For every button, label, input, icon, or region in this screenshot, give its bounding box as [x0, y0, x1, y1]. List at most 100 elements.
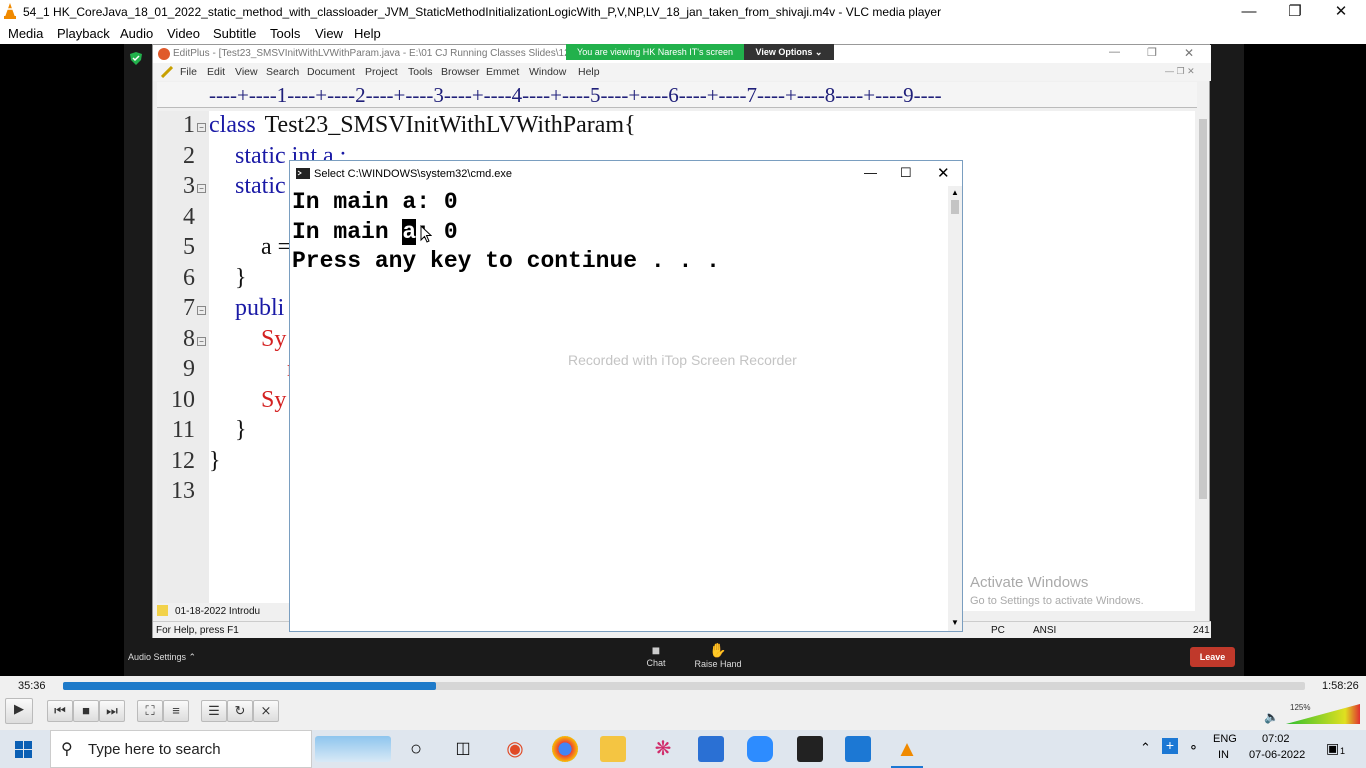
- ep-menu-emmet[interactable]: Emmet: [486, 66, 519, 78]
- document-tab[interactable]: 01-18-2022 Introdu: [175, 606, 260, 617]
- console-icon: [296, 168, 310, 179]
- ep-menu-help[interactable]: Help: [578, 66, 600, 78]
- raise-hand-icon: ✋: [709, 642, 727, 658]
- line-number: 10: [171, 387, 195, 413]
- minimize-button[interactable]: —: [1226, 0, 1272, 24]
- playlist-button[interactable]: ☰: [201, 700, 227, 722]
- shuffle-button[interactable]: ⨯: [253, 700, 279, 722]
- search-highlight-image: [315, 736, 391, 762]
- selected-text: a: [402, 219, 417, 245]
- raise-hand-button[interactable]: ✋ Raise Hand: [692, 642, 744, 669]
- audio-settings-button[interactable]: Audio Settings ⌃: [128, 652, 196, 663]
- editplus-logo-icon: [158, 48, 170, 60]
- editplus-maximize-button[interactable]: ❐: [1147, 46, 1157, 59]
- add-icon[interactable]: +: [1162, 738, 1178, 754]
- ep-menu-search[interactable]: Search: [266, 66, 299, 78]
- seek-bar[interactable]: [63, 682, 1305, 690]
- zoom-share-banner: You are viewing HK Naresh IT's screen Vi…: [566, 44, 834, 60]
- leave-button[interactable]: Leave: [1190, 647, 1235, 667]
- loop-button[interactable]: ↻: [227, 700, 253, 722]
- menu-video[interactable]: Video: [167, 26, 200, 41]
- maximize-button[interactable]: ❐: [1272, 0, 1318, 24]
- stop-button[interactable]: ■: [73, 700, 99, 722]
- notifications-icon[interactable]: ▣: [1326, 740, 1339, 757]
- view-options-button[interactable]: View Options ⌄: [744, 44, 834, 60]
- fullscreen-button[interactable]: ⛶: [137, 700, 163, 722]
- scroll-down-icon[interactable]: ▼: [951, 618, 959, 627]
- speaker-icon[interactable]: 🔈: [1264, 710, 1279, 724]
- menu-tools[interactable]: Tools: [270, 26, 300, 41]
- raise-hand-label: Raise Hand: [694, 659, 742, 669]
- fold-toggle[interactable]: −: [197, 184, 206, 193]
- fold-toggle[interactable]: −: [197, 306, 206, 315]
- cmd-maximize-button[interactable]: ☐: [900, 165, 912, 181]
- file-explorer-icon[interactable]: [600, 736, 626, 762]
- ep-menu-view[interactable]: View: [235, 66, 258, 78]
- scroll-thumb[interactable]: [951, 200, 959, 214]
- sticky-notes-icon[interactable]: [797, 736, 823, 762]
- show-hidden-icons-icon[interactable]: ⌃: [1140, 740, 1151, 756]
- menu-playback[interactable]: Playback: [57, 26, 110, 41]
- scroll-thumb[interactable]: [1199, 119, 1207, 499]
- scroll-up-icon[interactable]: ▲: [951, 188, 959, 197]
- windows-start-icon[interactable]: [15, 741, 32, 758]
- menu-view[interactable]: View: [315, 26, 343, 41]
- ep-menu-file[interactable]: File: [180, 66, 197, 78]
- previous-button[interactable]: ⏮: [47, 700, 73, 722]
- ep-menu-window[interactable]: Window: [529, 66, 566, 78]
- network-icon[interactable]: ⚬: [1188, 740, 1199, 756]
- cmd-vertical-scrollbar[interactable]: ▲ ▼: [948, 186, 962, 631]
- menu-subtitle[interactable]: Subtitle: [213, 26, 256, 41]
- task-view-icon[interactable]: ◫: [450, 736, 476, 762]
- clock-time[interactable]: 07:02: [1262, 733, 1290, 745]
- language-code[interactable]: ENG: [1213, 733, 1237, 745]
- editplus-vertical-scrollbar[interactable]: [1197, 111, 1209, 601]
- line-number-gutter: 1 2 3 4 5 6 7 8 9 10 11 12 13 − − − −: [157, 111, 209, 611]
- ep-menu-tools[interactable]: Tools: [408, 66, 433, 78]
- recorder-icon[interactable]: ◉: [502, 736, 528, 762]
- extended-settings-button[interactable]: ≡: [163, 700, 189, 722]
- line-number: 8: [183, 326, 195, 352]
- menu-media[interactable]: Media: [8, 26, 43, 41]
- chat-button[interactable]: ■ Chat: [642, 642, 670, 668]
- ep-menu-edit[interactable]: Edit: [207, 66, 225, 78]
- taskbar-search-box[interactable]: ⚲ Type here to search: [50, 730, 312, 768]
- ep-doc-controls[interactable]: — ❐ ✕: [1165, 66, 1195, 77]
- windows-taskbar: ⚲ Type here to search ○ ◫ ◉ ❋ ▲ ⌃ + ⚬ EN…: [0, 730, 1366, 768]
- menu-audio[interactable]: Audio: [120, 26, 153, 41]
- chrome-icon[interactable]: [552, 736, 578, 762]
- editplus-close-button[interactable]: ✕: [1184, 46, 1194, 60]
- fold-toggle[interactable]: −: [197, 123, 206, 132]
- fold-toggle[interactable]: −: [197, 337, 206, 346]
- code-line-3: static: [235, 173, 286, 199]
- language-region[interactable]: IN: [1218, 749, 1229, 761]
- code-keyword-class: class: [209, 112, 256, 138]
- vlc-menubar: Media Playback Audio Video Subtitle Tool…: [0, 24, 1366, 44]
- snipping-tool-icon[interactable]: ❋: [650, 736, 676, 762]
- menu-help[interactable]: Help: [354, 26, 381, 41]
- cmd-minimize-button[interactable]: —: [864, 165, 877, 180]
- next-button[interactable]: ⏭: [99, 700, 125, 722]
- line-number: 5: [183, 234, 195, 260]
- vlc-taskbar-icon[interactable]: ▲: [894, 736, 920, 762]
- vlc-titlebar: 54_1 HK_CoreJava_18_01_2022_static_metho…: [0, 0, 1366, 24]
- cmd-close-button[interactable]: ✕: [937, 164, 950, 182]
- store-icon[interactable]: [698, 736, 724, 762]
- editplus-minimize-button[interactable]: —: [1109, 46, 1120, 58]
- code-line-8: Sy: [261, 326, 287, 352]
- ep-menu-browser[interactable]: Browser: [441, 66, 480, 78]
- status-pc: PC: [991, 625, 1005, 636]
- close-button[interactable]: ✕: [1318, 0, 1364, 24]
- console-output[interactable]: In main a: 0 In main a: 0 Press any key …: [290, 186, 948, 631]
- folder-icon: [157, 605, 168, 616]
- ep-menu-document[interactable]: Document: [307, 66, 355, 78]
- volume-slider[interactable]: [1286, 704, 1360, 724]
- play-button[interactable]: ▶: [5, 698, 33, 724]
- photos-icon[interactable]: [845, 736, 871, 762]
- ep-menu-project[interactable]: Project: [365, 66, 398, 78]
- shield-icon: [130, 52, 142, 65]
- cortana-icon[interactable]: ○: [403, 736, 429, 762]
- code-line-5: a =: [261, 234, 292, 260]
- zoom-icon[interactable]: [747, 736, 773, 762]
- clock-date[interactable]: 07-06-2022: [1249, 749, 1305, 761]
